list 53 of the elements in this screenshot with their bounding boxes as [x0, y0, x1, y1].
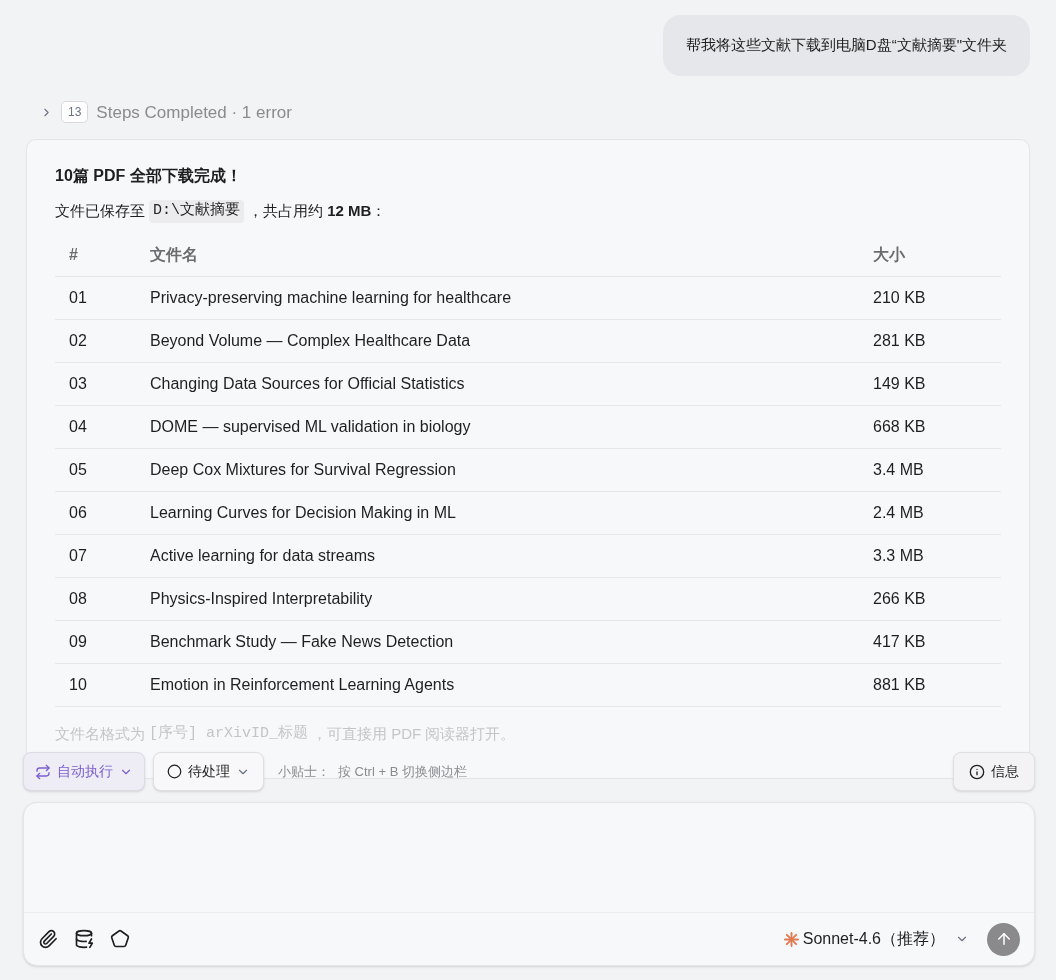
table-cell: 281 KB [873, 319, 1001, 363]
model-selector[interactable]: Sonnet-4.6（推荐） [783, 927, 969, 951]
table-cell: 266 KB [873, 577, 1001, 621]
table-cell: Physics-Inspired Interpretability [150, 577, 873, 621]
table-cell: 06 [55, 491, 150, 535]
column-header: 大小 [873, 234, 1001, 277]
table-cell: 09 [55, 620, 150, 664]
column-header: # [55, 234, 150, 277]
pentagon-icon[interactable] [110, 929, 130, 949]
table-cell: Beyond Volume — Complex Healthcare Data [150, 319, 873, 363]
step-count: 13 [61, 101, 89, 124]
table-cell: 210 KB [873, 276, 1001, 320]
table-cell: Deep Cox Mixtures for Survival Regression [150, 448, 873, 492]
table-cell: 149 KB [873, 362, 1001, 406]
table-cell: 08 [55, 577, 150, 621]
saved-text: 文件已保存至 [55, 201, 145, 221]
table-cell: Privacy-preserving machine learning for healthcare [150, 276, 873, 320]
reply-title: 10篇 PDF 全部下载完成！ [55, 166, 243, 186]
table-cell: 3.3 MB [873, 534, 1001, 578]
table-cell: 417 KB [873, 620, 1001, 664]
tip-text: 按 Ctrl + B 切换侧边栏 [338, 762, 467, 781]
table-cell: Changing Data Sources for Official Statistics [150, 362, 873, 406]
column-header: 文件名 [150, 234, 873, 277]
attach-icon[interactable] [38, 929, 58, 949]
size-text: ，共占用约 12 MB： [248, 201, 387, 221]
tip-label: 小贴士： [278, 762, 330, 781]
status-button[interactable]: 待处理 [153, 752, 264, 791]
table-cell: Active learning for data streams [150, 534, 873, 578]
table-cell: 05 [55, 448, 150, 492]
table-cell: 881 KB [873, 663, 1001, 707]
table-cell: 2.4 MB [873, 491, 1001, 535]
folder-path: D:\文献摘要 [149, 200, 244, 223]
sparkle-icon [783, 931, 799, 947]
table-cell: 04 [55, 405, 150, 449]
table-cell: 03 [55, 362, 150, 406]
repeat-icon [35, 763, 51, 780]
table-cell: DOME — supervised ML validation in biology [150, 405, 873, 449]
table-cell: Emotion in Reinforcement Learning Agents [150, 663, 873, 707]
info-icon [969, 763, 985, 780]
table-cell: 01 [55, 276, 150, 320]
info-button[interactable]: 信息 [953, 752, 1035, 791]
table-cell: Learning Curves for Decision Making in ML [150, 491, 873, 535]
table-cell: 3.4 MB [873, 448, 1001, 492]
database-icon[interactable] [74, 929, 94, 949]
table-cell: 10 [55, 663, 150, 707]
circle-icon [167, 764, 182, 779]
table-cell: Benchmark Study — Fake News Detection [150, 620, 873, 664]
table-cell: 668 KB [873, 405, 1001, 449]
user-message: 帮我将这些文献下载到电脑D盘“文献摘要"文件夹 [662, 15, 1030, 76]
table-cell: 02 [55, 319, 150, 363]
mode-button[interactable]: 自动执行 [23, 752, 145, 791]
table-cell: 07 [55, 534, 150, 578]
send-button[interactable] [987, 922, 1020, 956]
